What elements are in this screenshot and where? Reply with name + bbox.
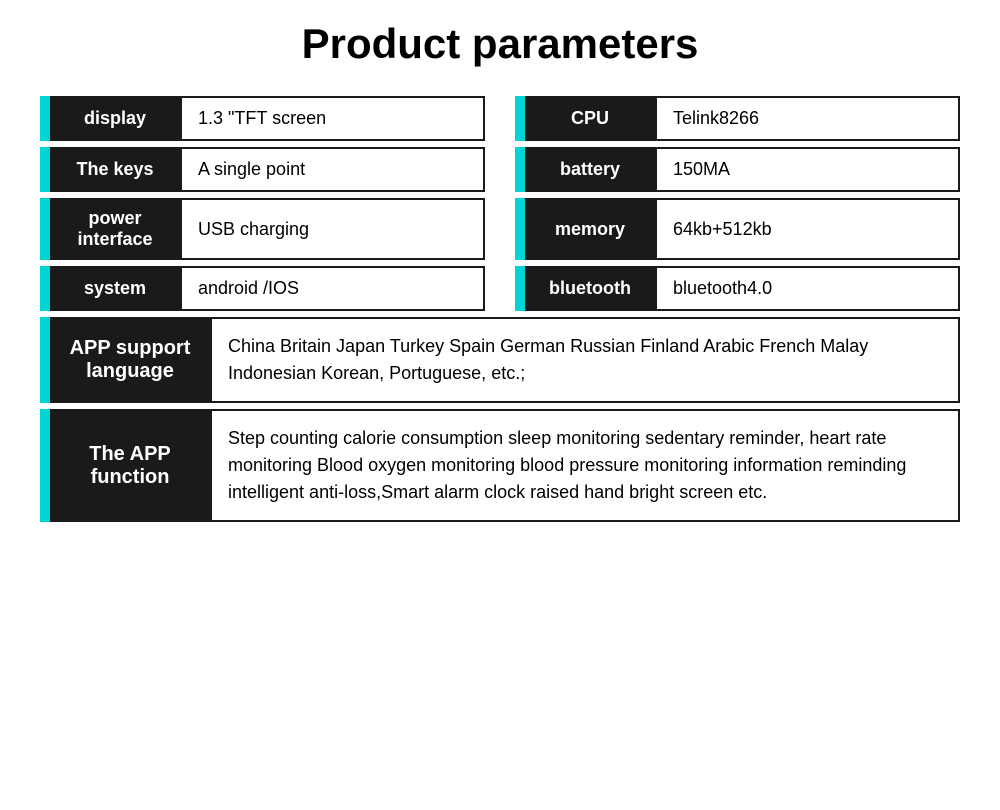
row-app-function: The APP function Step counting calorie c… bbox=[40, 409, 960, 522]
cyan-bar bbox=[40, 409, 50, 522]
half-cpu: CPU Telink8266 bbox=[515, 96, 960, 141]
half-system: system android /IOS bbox=[40, 266, 485, 311]
half-battery: battery 150MA bbox=[515, 147, 960, 192]
half-memory: memory 64kb+512kb bbox=[515, 198, 960, 260]
cyan-bar bbox=[515, 147, 525, 192]
value-app-language: China Britain Japan Turkey Spain German … bbox=[210, 317, 960, 403]
cyan-bar bbox=[40, 96, 50, 141]
full-app-language: APP support language China Britain Japan… bbox=[40, 317, 960, 403]
row-power-memory: power interface USB charging memory 64kb… bbox=[40, 198, 960, 260]
row-display-cpu: display 1.3 "TFT screen CPU Telink8266 bbox=[40, 96, 960, 141]
value-battery: 150MA bbox=[655, 147, 960, 192]
label-bluetooth: bluetooth bbox=[525, 266, 655, 311]
row-keys-battery: The keys A single point battery 150MA bbox=[40, 147, 960, 192]
label-app-function: The APP function bbox=[50, 409, 210, 522]
row-system-bluetooth: system android /IOS bluetooth bluetooth4… bbox=[40, 266, 960, 311]
label-system: system bbox=[50, 266, 180, 311]
label-cpu: CPU bbox=[525, 96, 655, 141]
label-memory: memory bbox=[525, 198, 655, 260]
label-display: display bbox=[50, 96, 180, 141]
cyan-bar bbox=[40, 147, 50, 192]
half-bluetooth: bluetooth bluetooth4.0 bbox=[515, 266, 960, 311]
cyan-bar bbox=[40, 317, 50, 403]
value-keys: A single point bbox=[180, 147, 485, 192]
row-app-language: APP support language China Britain Japan… bbox=[40, 317, 960, 403]
page-title: Product parameters bbox=[40, 20, 960, 68]
label-app-language: APP support language bbox=[50, 317, 210, 403]
half-keys: The keys A single point bbox=[40, 147, 485, 192]
value-system: android /IOS bbox=[180, 266, 485, 311]
cyan-bar bbox=[40, 198, 50, 260]
value-app-function: Step counting calorie consumption sleep … bbox=[210, 409, 960, 522]
params-table: display 1.3 "TFT screen CPU Telink8266 T… bbox=[40, 96, 960, 522]
cyan-bar bbox=[515, 96, 525, 141]
value-bluetooth: bluetooth4.0 bbox=[655, 266, 960, 311]
value-display: 1.3 "TFT screen bbox=[180, 96, 485, 141]
half-display: display 1.3 "TFT screen bbox=[40, 96, 485, 141]
value-memory: 64kb+512kb bbox=[655, 198, 960, 260]
label-keys: The keys bbox=[50, 147, 180, 192]
half-power: power interface USB charging bbox=[40, 198, 485, 260]
value-power: USB charging bbox=[180, 198, 485, 260]
cyan-bar bbox=[515, 198, 525, 260]
label-power: power interface bbox=[50, 198, 180, 260]
value-cpu: Telink8266 bbox=[655, 96, 960, 141]
full-app-function: The APP function Step counting calorie c… bbox=[40, 409, 960, 522]
cyan-bar bbox=[40, 266, 50, 311]
label-battery: battery bbox=[525, 147, 655, 192]
cyan-bar bbox=[515, 266, 525, 311]
